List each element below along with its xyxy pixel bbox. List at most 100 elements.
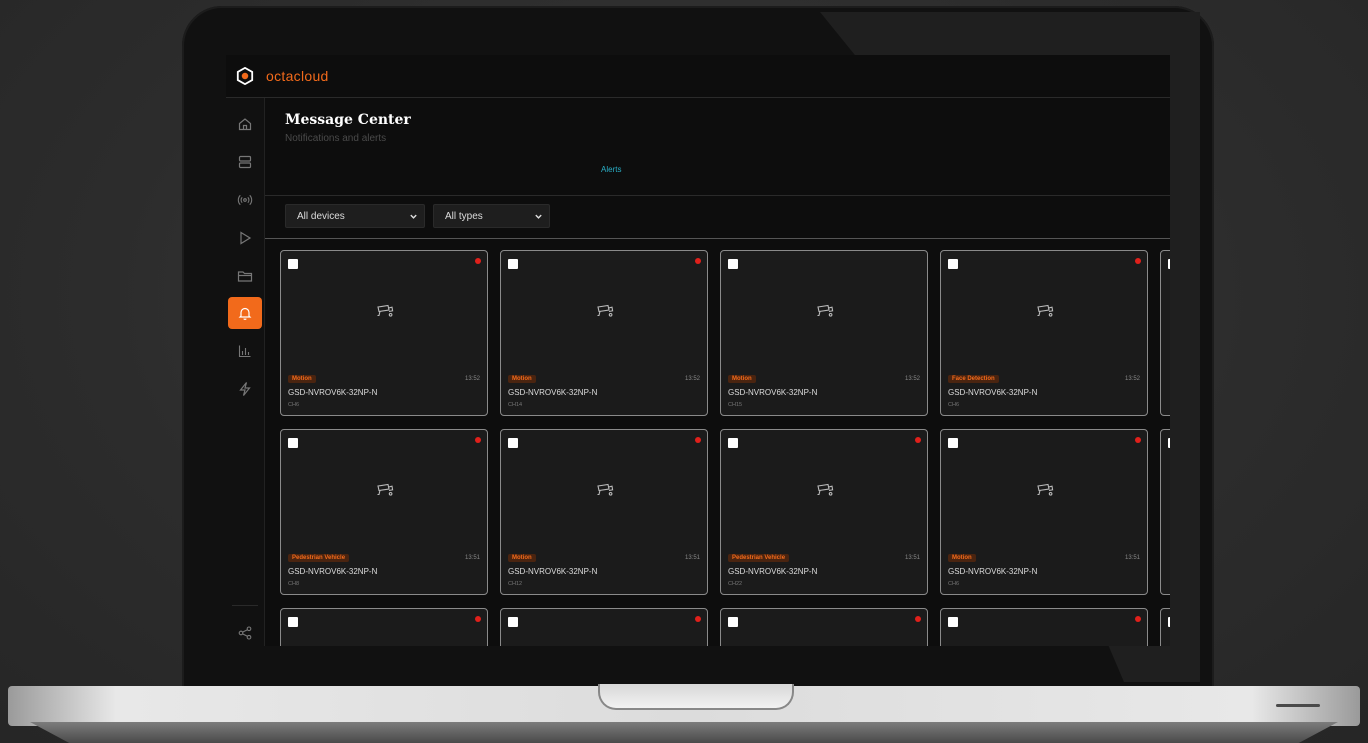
top-bar: octacloud xyxy=(226,55,1170,98)
camera-icon xyxy=(817,304,834,317)
alert-card[interactable] xyxy=(940,608,1148,646)
alert-card[interactable]: Motion 13:51 GSD-NVROV6K-32NP-N CH12 xyxy=(500,429,708,595)
select-checkbox[interactable] xyxy=(948,617,958,627)
select-checkbox[interactable] xyxy=(1168,438,1170,448)
alert-card[interactable] xyxy=(1160,250,1170,416)
device-name: GSD-NVROV6K-32NP-N xyxy=(508,388,598,397)
sidebar-item-analytics[interactable] xyxy=(228,335,262,367)
unread-dot xyxy=(1135,616,1141,622)
select-checkbox[interactable] xyxy=(508,259,518,269)
alert-card[interactable]: Motion 13:52 GSD-NVROV6K-32NP-N CH6 xyxy=(280,250,488,416)
device-name: GSD-NVROV6K-32NP-N xyxy=(728,388,818,397)
unread-dot xyxy=(475,616,481,622)
select-checkbox[interactable] xyxy=(288,617,298,627)
sidebar-divider xyxy=(232,605,258,606)
sidebar-item-files[interactable] xyxy=(228,260,262,292)
play-icon xyxy=(240,231,252,245)
select-checkbox[interactable] xyxy=(1168,617,1170,627)
select-checkbox[interactable] xyxy=(728,617,738,627)
unread-dot xyxy=(1135,437,1141,443)
alert-card[interactable]: Motion 13:52 GSD-NVROV6K-32NP-N CH15 xyxy=(720,250,928,416)
tab-alerts[interactable]: Alerts xyxy=(601,165,621,174)
select-checkbox[interactable] xyxy=(728,259,738,269)
brand-name[interactable]: octacloud xyxy=(266,68,329,84)
select-checkbox[interactable] xyxy=(728,438,738,448)
alert-card[interactable] xyxy=(1160,429,1170,595)
channel-label: CH22 xyxy=(728,581,743,587)
event-type-badge: Motion xyxy=(728,375,756,383)
select-checkbox[interactable] xyxy=(508,617,518,627)
page-title: Message Center xyxy=(285,112,411,128)
event-time: 13:52 xyxy=(1124,376,1140,382)
type-filter-select[interactable]: All types xyxy=(433,204,550,228)
event-time: 13:51 xyxy=(904,555,920,561)
alert-card[interactable]: Pedestrian Vehicle 13:51 GSD-NVROV6K-32NP-… xyxy=(280,429,488,595)
device-filter-select[interactable]: All devices xyxy=(285,204,425,228)
camera-icon xyxy=(1037,304,1054,317)
alert-card[interactable] xyxy=(280,608,488,646)
event-time: 13:52 xyxy=(684,376,700,382)
camera-icon xyxy=(597,304,614,317)
broadcast-icon xyxy=(237,194,253,206)
sidebar-item-storage[interactable] xyxy=(228,146,262,178)
event-time: 13:52 xyxy=(464,376,480,382)
device-name: GSD-NVROV6K-32NP-N xyxy=(948,567,1038,576)
channel-label: CH8 xyxy=(288,581,300,587)
select-checkbox[interactable] xyxy=(948,259,958,269)
event-type-badge: Motion xyxy=(508,375,536,383)
device-name: GSD-NVROV6K-32NP-N xyxy=(288,388,378,397)
select-checkbox[interactable] xyxy=(288,438,298,448)
camera-icon xyxy=(1037,483,1054,496)
octacloud-logo-icon xyxy=(236,67,254,85)
main-content: Message Center Notifications and alerts … xyxy=(265,98,1170,646)
page-subtitle: Notifications and alerts xyxy=(285,133,387,144)
unread-dot xyxy=(475,437,481,443)
select-checkbox[interactable] xyxy=(1168,259,1170,269)
event-type-badge: Pedestrian Vehicle xyxy=(728,554,790,562)
bell-icon xyxy=(238,307,252,320)
select-checkbox[interactable] xyxy=(288,259,298,269)
alert-card[interactable]: Face Detection 13:52 GSD-NVROV6K-32NP-N CH6 xyxy=(940,250,1148,416)
device-name: GSD-NVROV6K-32NP-N xyxy=(728,567,818,576)
alert-card[interactable]: Motion 13:52 GSD-NVROV6K-32NP-N CH14 xyxy=(500,250,708,416)
app-screen: octacloud Message Center Notifications a… xyxy=(226,55,1170,646)
camera-icon xyxy=(377,304,394,317)
chart-icon xyxy=(238,345,251,358)
event-time: 13:51 xyxy=(684,555,700,561)
filter-divider xyxy=(265,238,1170,239)
sidebar xyxy=(226,98,265,646)
select-checkbox[interactable] xyxy=(508,438,518,448)
alert-card[interactable] xyxy=(1160,608,1170,646)
alert-card[interactable] xyxy=(720,608,928,646)
event-type-badge: Pedestrian Vehicle xyxy=(288,554,350,562)
camera-icon xyxy=(817,483,834,496)
event-time: 13:52 xyxy=(904,376,920,382)
alert-card[interactable] xyxy=(500,608,708,646)
alert-card[interactable]: Pedestrian Vehicle 13:51 GSD-NVROV6K-32NP-… xyxy=(720,429,928,595)
device-name: GSD-NVROV6K-32NP-N xyxy=(948,388,1038,397)
alert-card[interactable]: Motion 13:51 GSD-NVROV6K-32NP-N CH6 xyxy=(940,429,1148,595)
unread-dot xyxy=(475,258,481,264)
unread-dot xyxy=(915,437,921,443)
unread-dot xyxy=(1135,258,1141,264)
channel-label: CH6 xyxy=(288,402,300,408)
sidebar-item-playback[interactable] xyxy=(228,222,262,254)
event-type-badge: Motion xyxy=(288,375,316,383)
sidebar-item-share[interactable] xyxy=(228,617,262,646)
sidebar-item-home[interactable] xyxy=(228,108,262,140)
channel-label: CH12 xyxy=(508,581,523,587)
type-filter-value: All types xyxy=(445,210,483,222)
device-filter-value: All devices xyxy=(297,210,345,222)
sidebar-item-alerts[interactable] xyxy=(228,297,262,329)
sidebar-item-automation[interactable] xyxy=(228,373,262,405)
home-icon xyxy=(238,118,252,131)
device-name: GSD-NVROV6K-32NP-N xyxy=(508,567,598,576)
sidebar-item-live[interactable] xyxy=(228,184,262,216)
unread-dot xyxy=(695,258,701,264)
device-name: GSD-NVROV6K-32NP-N xyxy=(288,567,378,576)
unread-dot xyxy=(915,616,921,622)
unread-dot xyxy=(695,616,701,622)
event-type-badge: Face Detection xyxy=(948,375,999,383)
unread-dot xyxy=(695,437,701,443)
select-checkbox[interactable] xyxy=(948,438,958,448)
